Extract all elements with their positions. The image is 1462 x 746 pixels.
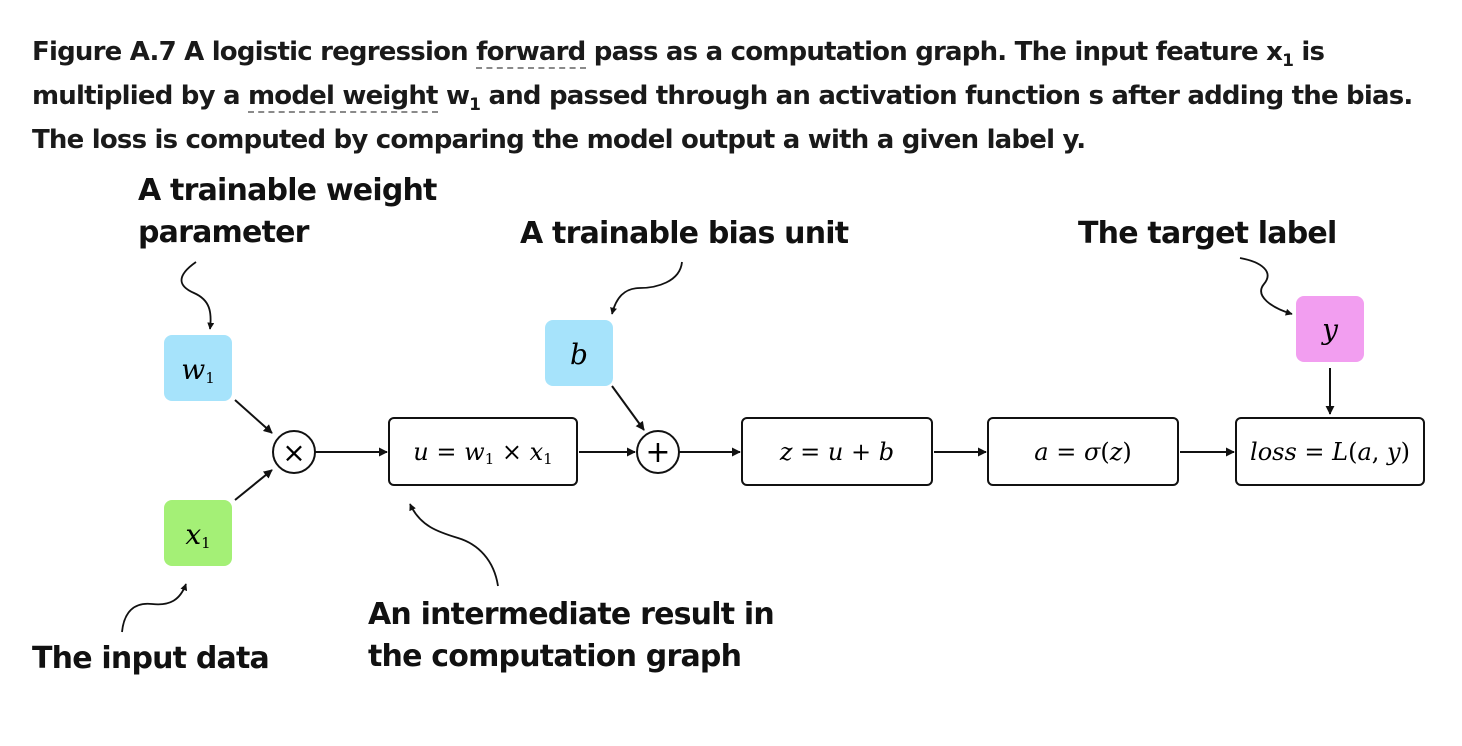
eq-term: z	[779, 438, 793, 466]
box-z-equation: z = u + b	[779, 438, 894, 466]
node-b-label: b	[570, 338, 588, 371]
eq-term: loss	[1250, 438, 1297, 466]
eq-op: +	[843, 438, 878, 466]
pointer-weight	[180, 261, 215, 330]
eq-op: =	[1049, 438, 1084, 466]
eq-op: =	[793, 438, 828, 466]
eq-sub: 1	[485, 450, 495, 468]
eq-term: y	[1386, 438, 1401, 466]
eq-op: )	[1122, 438, 1131, 466]
box-a-equation: a = σ(z)	[1034, 438, 1131, 466]
pointer-bias	[610, 261, 683, 315]
eq-term: σ	[1084, 438, 1101, 466]
eq-term: b	[879, 438, 894, 466]
node-w1-sub: 1	[205, 369, 215, 387]
eq-op: (	[1348, 438, 1357, 466]
eq-term: a	[1357, 438, 1371, 466]
box-u-equation: u = w1 × x1	[413, 438, 552, 468]
eq-op: ×	[494, 438, 529, 466]
box-loss-equation: loss = L(a, y)	[1250, 438, 1410, 466]
eq-term: x	[530, 438, 544, 466]
eq-op: =	[429, 438, 464, 466]
eq-sub: 1	[543, 450, 553, 468]
eq-term: a	[1034, 438, 1048, 466]
eq-op: =	[1297, 438, 1332, 466]
node-x1-var: x	[185, 518, 201, 551]
eq-term: u	[413, 438, 428, 466]
node-w1-var: w	[181, 353, 205, 386]
computation-graph: w1 x1 b y × + u = w1 × x1 z = u + b a = …	[121, 257, 1425, 633]
eq-term: z	[1109, 438, 1123, 466]
add-symbol: +	[645, 435, 670, 470]
multiply-symbol: ×	[282, 436, 305, 469]
pointer-target	[1239, 257, 1293, 316]
edge-w1-to-multiply	[234, 399, 273, 434]
pointer-intermediate	[409, 503, 499, 587]
node-y-label: y	[1320, 313, 1339, 346]
eq-op: (	[1100, 438, 1109, 466]
eq-op: ,	[1372, 438, 1387, 466]
eq-term: L	[1331, 438, 1348, 466]
pointer-input	[121, 583, 188, 633]
eq-term: u	[828, 438, 843, 466]
eq-term: w	[464, 438, 485, 466]
eq-op: )	[1401, 438, 1410, 466]
node-x1-sub: 1	[201, 534, 211, 552]
edge-b-to-add	[611, 385, 645, 431]
edge-x1-to-multiply	[234, 469, 273, 501]
